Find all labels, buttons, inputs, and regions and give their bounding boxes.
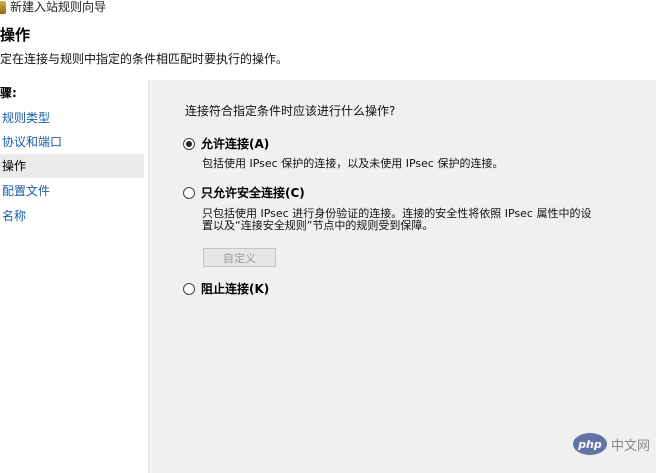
radio-allow-connection[interactable] [183, 138, 195, 150]
steps-pane: 骤: 规则类型 协议和端口 操作 配置文件 名称 [0, 80, 148, 473]
option-allow-secure-connection[interactable]: 只允许安全连接(C) [183, 186, 305, 200]
step-protocol-and-ports[interactable]: 协议和端口 [0, 130, 144, 154]
option-block-label: 阻止连接(K) [201, 282, 270, 296]
option-allow-connection[interactable]: 允许连接(A) [183, 137, 269, 151]
php-logo-icon: php [572, 433, 607, 455]
option-block-connection[interactable]: 阻止连接(K) [183, 282, 269, 296]
step-rule-type[interactable]: 规则类型 [0, 106, 144, 130]
radio-block-connection[interactable] [183, 283, 195, 295]
option-allow-label: 允许连接(A) [201, 137, 270, 151]
option-allow-description: 包括使用 IPsec 保护的连接，以及未使用 IPsec 保护的连接。 [202, 157, 504, 170]
wizard-app-icon [0, 1, 6, 14]
page-description: 定在连接与规则中指定的条件相匹配时要执行的操作。 [0, 52, 289, 66]
watermark-text: 中文网 [610, 438, 650, 454]
action-question: 连接符合指定条件时应该进行什么操作? [185, 104, 396, 118]
step-action[interactable]: 操作 [0, 154, 144, 178]
step-name[interactable]: 名称 [0, 204, 144, 228]
step-profile[interactable]: 配置文件 [0, 179, 144, 203]
option-secure-label: 只允许安全连接(C) [201, 186, 305, 200]
page-title: 操作 [0, 26, 31, 44]
radio-allow-secure-connection[interactable] [183, 187, 195, 199]
option-secure-description-line2: 置以及“连接安全规则”节点中的规则受到保障。 [202, 219, 434, 232]
watermark: php 中文网 [572, 433, 650, 455]
window-title: 新建入站规则向导 [10, 0, 107, 14]
steps-header: 骤: [0, 86, 17, 100]
content-pane: 连接符合指定条件时应该进行什么操作? 允许连接(A) 包括使用 IPsec 保护… [148, 80, 656, 473]
customize-button[interactable]: 自定义 [203, 248, 276, 267]
title-bar: 新建入站规则向导 [0, 0, 656, 18]
